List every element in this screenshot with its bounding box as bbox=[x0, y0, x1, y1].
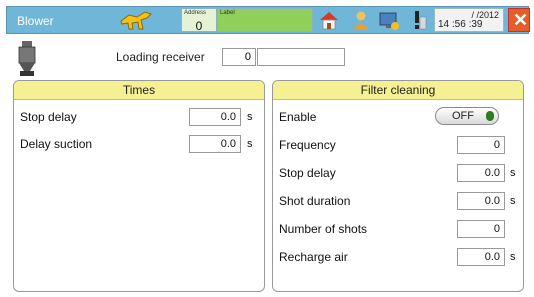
loading-receiver-number[interactable]: 0 bbox=[222, 48, 256, 66]
times-panel-title: Times bbox=[14, 81, 264, 100]
shot-duration-unit: s bbox=[510, 195, 516, 207]
blower-icon bbox=[120, 11, 152, 30]
title-bar: Blower Address 0 Label / /2012 14 :56 :3… bbox=[6, 6, 530, 34]
filter-stop-delay-unit: s bbox=[510, 167, 516, 179]
filter-cleaning-panel: Filter cleaning Enable OFF Frequency 0 S… bbox=[272, 80, 524, 292]
times-panel: Times Stop delay 0.0 s Delay suction 0.0… bbox=[13, 80, 265, 292]
enable-label: Enable bbox=[279, 110, 317, 124]
times-stop-delay-label: Stop delay bbox=[20, 110, 77, 124]
status-led-icon bbox=[486, 111, 494, 121]
shot-duration-label: Shot duration bbox=[279, 194, 351, 208]
address-value: 0 bbox=[195, 19, 203, 33]
home-icon[interactable] bbox=[318, 9, 340, 31]
address-caption: Address bbox=[184, 10, 207, 16]
enable-toggle-text: OFF bbox=[452, 110, 474, 122]
alarm-icon[interactable] bbox=[406, 9, 428, 31]
shot-duration-field[interactable]: 0.0 bbox=[457, 192, 505, 210]
times-stop-delay-field[interactable]: 0.0 bbox=[189, 108, 241, 126]
number-of-shots-field[interactable]: 0 bbox=[457, 220, 505, 238]
number-of-shots-label: Number of shots bbox=[279, 222, 368, 236]
date-time-display: / /2012 14 :56 :39 bbox=[434, 8, 504, 32]
window-title: Blower bbox=[17, 14, 54, 28]
filter-stop-delay-field[interactable]: 0.0 bbox=[457, 164, 505, 182]
recharge-air-field[interactable]: 0.0 bbox=[457, 248, 505, 266]
time-text: 14 :56 :39 bbox=[438, 19, 483, 30]
times-delay-suction-unit: s bbox=[247, 138, 253, 150]
times-delay-suction-label: Delay suction bbox=[20, 137, 93, 151]
close-icon: ✕ bbox=[513, 10, 529, 30]
frequency-label: Frequency bbox=[279, 138, 336, 152]
user-icon[interactable] bbox=[350, 9, 372, 31]
enable-toggle[interactable]: OFF bbox=[435, 107, 499, 125]
recharge-air-label: Recharge air bbox=[279, 250, 348, 264]
close-button[interactable]: ✕ bbox=[508, 8, 530, 32]
filter-cleaning-panel-title: Filter cleaning bbox=[273, 81, 523, 100]
loading-receiver-label: Loading receiver bbox=[116, 50, 205, 64]
filter-stop-delay-label: Stop delay bbox=[279, 166, 336, 180]
loading-receiver-icon bbox=[18, 41, 36, 76]
label-box: Label bbox=[217, 8, 313, 32]
frequency-field[interactable]: 0 bbox=[457, 136, 505, 154]
address-box: Address 0 bbox=[181, 8, 217, 33]
times-delay-suction-field[interactable]: 0.0 bbox=[189, 135, 241, 153]
recharge-air-unit: s bbox=[510, 251, 516, 263]
loading-receiver-name bbox=[257, 48, 345, 66]
label-caption: Label bbox=[220, 10, 235, 16]
monitor-icon[interactable] bbox=[378, 9, 400, 31]
times-stop-delay-unit: s bbox=[247, 111, 253, 123]
